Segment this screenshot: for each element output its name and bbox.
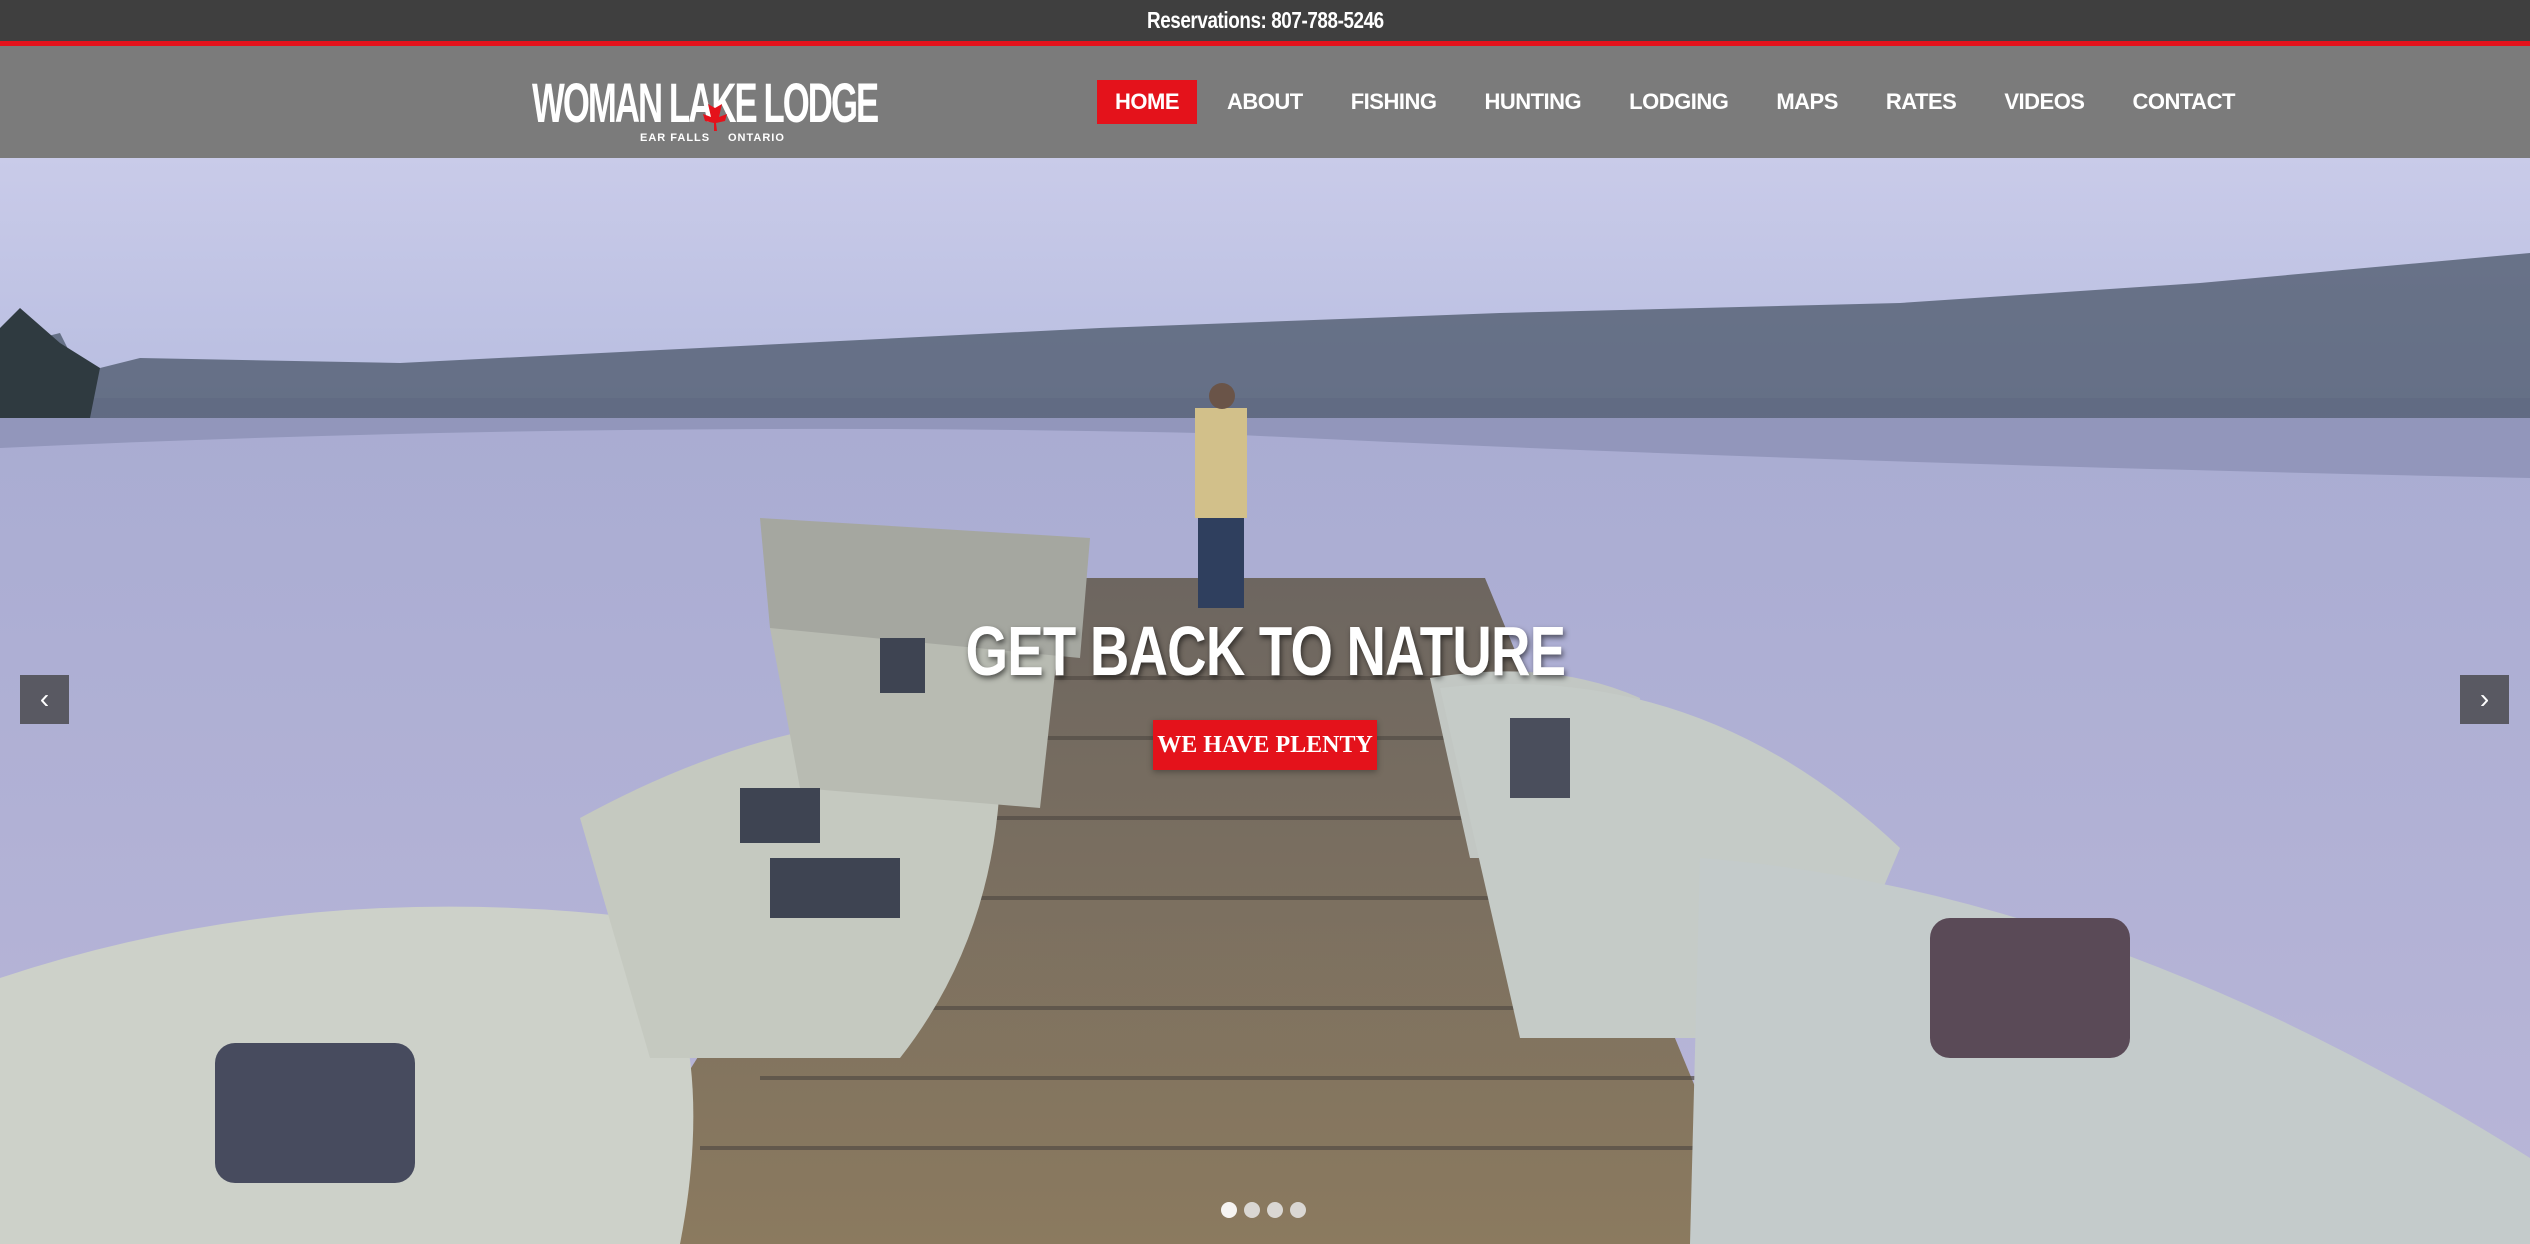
nav-lodging[interactable]: LODGING: [1611, 80, 1746, 124]
hero-background-image: [0, 158, 2530, 1244]
slider-dot-1[interactable]: [1221, 1202, 1237, 1218]
nav-about[interactable]: ABOUT: [1209, 80, 1321, 124]
logo-place-right: ONTARIO: [728, 132, 785, 144]
nav-contact[interactable]: CONTACT: [2114, 80, 2252, 124]
slider-prev-button[interactable]: ‹: [20, 675, 69, 724]
main-nav: HOME ABOUT FISHING HUNTING LODGING MAPS …: [1097, 80, 2265, 124]
slider-dot-4[interactable]: [1290, 1202, 1306, 1218]
logo-wordmark: WOMAN LAKE LODGE: [532, 72, 879, 135]
slider-dot-3[interactable]: [1267, 1202, 1283, 1218]
nav-maps[interactable]: MAPS: [1758, 80, 1856, 124]
nav-home[interactable]: HOME: [1097, 80, 1197, 124]
hero-slider: GET BACK TO NATURE WE HAVE PLENTY ‹ ›: [0, 158, 2530, 1244]
site-logo[interactable]: WOMAN LAKE LODGE EAR FALLS ONTARIO: [532, 58, 892, 148]
nav-rates[interactable]: RATES: [1868, 80, 1974, 124]
logo-place-left: EAR FALLS: [640, 132, 711, 144]
nav-fishing[interactable]: FISHING: [1333, 80, 1455, 124]
slider-dot-2[interactable]: [1244, 1202, 1260, 1218]
reservations-bar: Reservations: 807-788-5246: [0, 0, 2530, 46]
hero-headline-text: GET BACK TO NATURE: [965, 612, 1565, 690]
site-header: WOMAN LAKE LODGE EAR FALLS ONTARIO HOME …: [0, 46, 2530, 158]
chevron-left-icon: ‹: [39, 683, 50, 714]
hero-headline: GET BACK TO NATURE: [0, 611, 2530, 691]
svg-text:WOMAN LAKE LODGE: WOMAN LAKE LODGE: [532, 72, 879, 135]
nav-hunting[interactable]: HUNTING: [1466, 80, 1599, 124]
nav-videos[interactable]: VIDEOS: [1986, 80, 2102, 124]
slider-pagination: [1221, 1202, 1313, 1218]
hero-cta-button[interactable]: WE HAVE PLENTY: [1153, 720, 1377, 770]
reservations-text[interactable]: Reservations: 807-788-5246: [1147, 7, 1384, 34]
chevron-right-icon: ›: [2479, 683, 2490, 714]
slider-next-button[interactable]: ›: [2460, 675, 2509, 724]
